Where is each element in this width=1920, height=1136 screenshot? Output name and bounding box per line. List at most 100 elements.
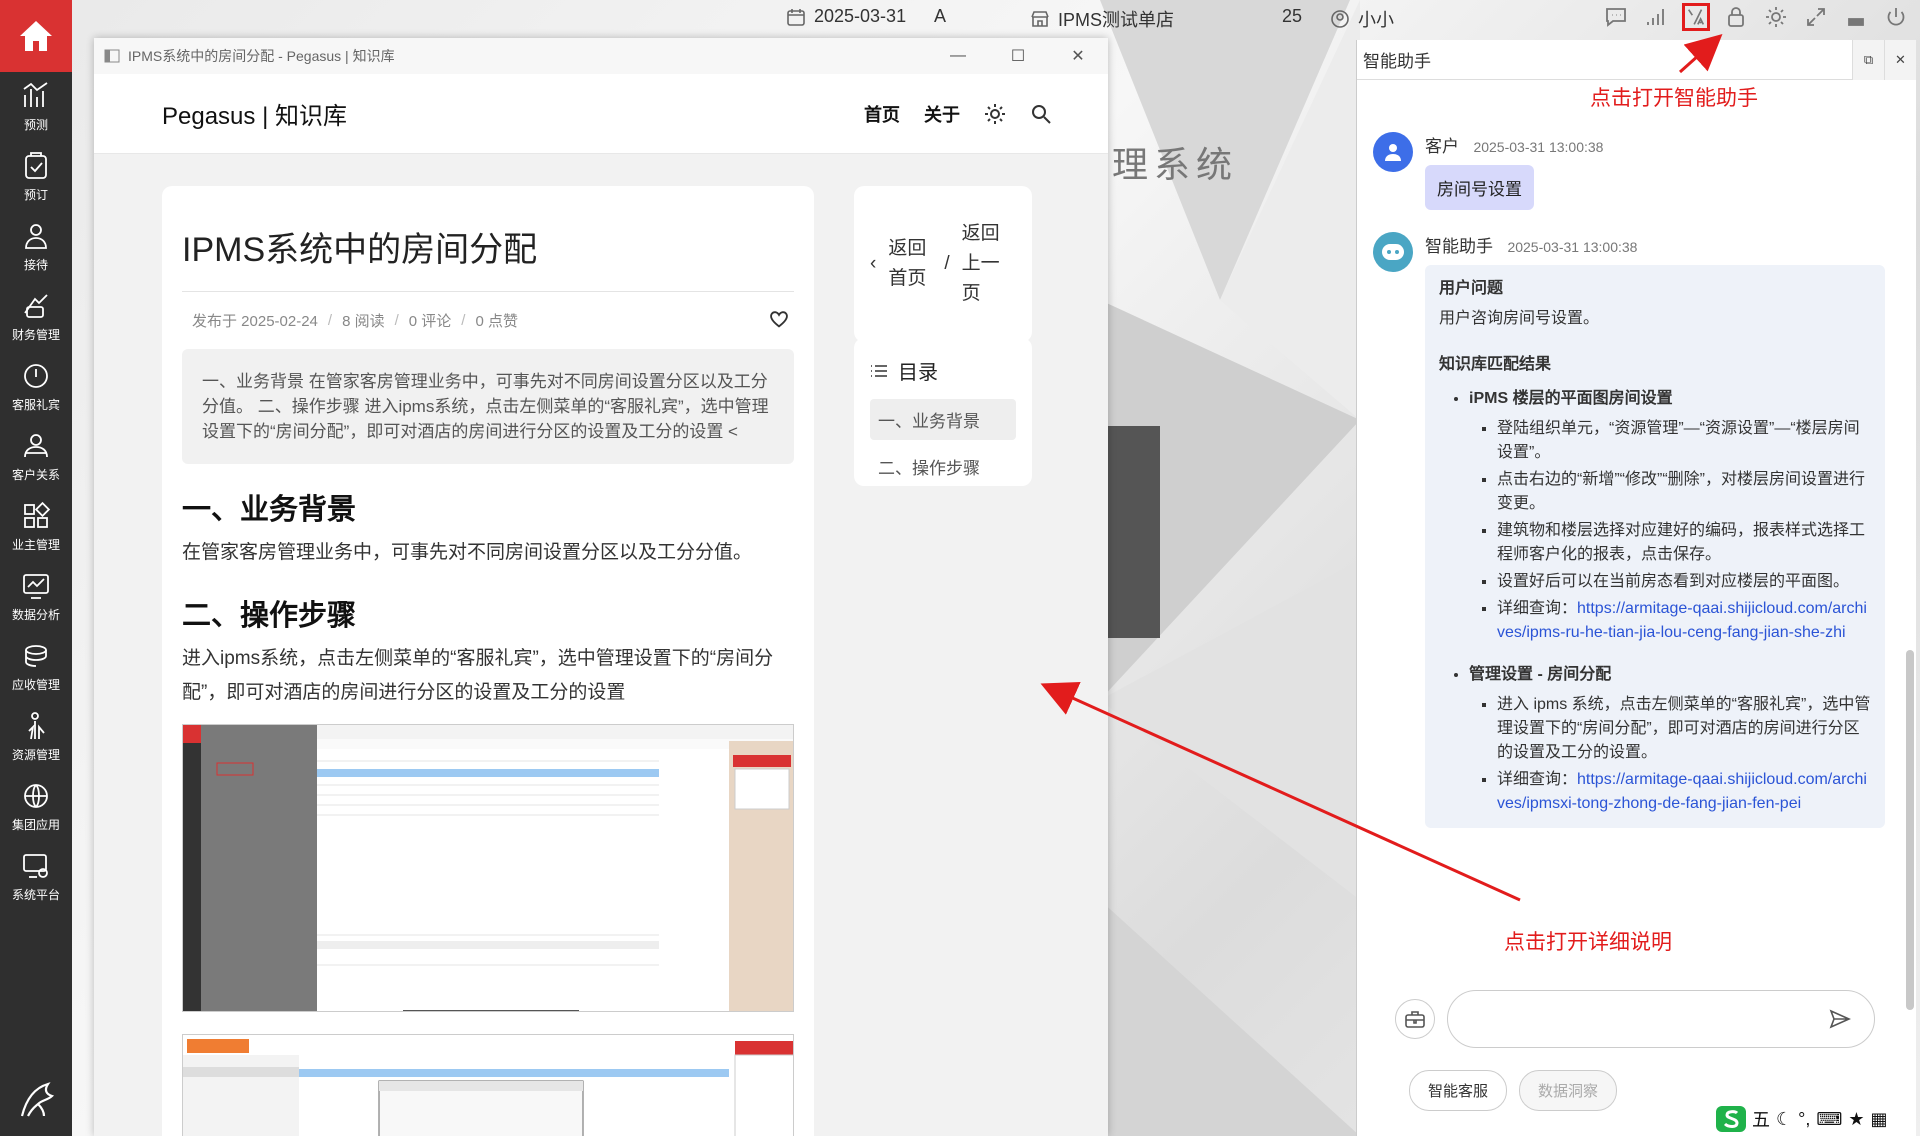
chip-smart-service[interactable]: 智能客服 [1409, 1070, 1508, 1111]
toc-item-steps[interactable]: 二、操作步骤 [870, 446, 1016, 487]
reception-person-icon [25, 224, 47, 249]
skin-icon: ★ [1848, 1108, 1865, 1129]
article-summary: 一、业务背景 在管家客房管理业务中，可事先对不同房间设置分区以及工分分值。 二、… [182, 349, 794, 464]
sidebar-item-forecast-chart[interactable]: 预测 [0, 72, 72, 142]
send-icon[interactable] [1828, 1007, 1852, 1031]
result1-title: iPMS 楼层的平面图房间设置 [1469, 390, 1673, 407]
heart-icon[interactable] [768, 308, 790, 334]
assistant-header: 智能助手 ⧉ ✕ [1357, 40, 1916, 80]
kb-brand[interactable]: Pegasus | 知识库 [162, 96, 347, 131]
user-menu[interactable]: 小小 [1330, 6, 1394, 32]
background-system-title: 理系统 [1112, 144, 1239, 185]
sidebar-item-booking-clipboard[interactable]: 预订 [0, 142, 72, 212]
toolbox-button[interactable] [1395, 999, 1435, 1039]
chat-input[interactable] [1447, 990, 1875, 1048]
sidebar-item-resource[interactable]: 资源管理 [0, 702, 72, 772]
nav-home[interactable]: 首页 [864, 101, 900, 127]
sidebar-item-owner-grid[interactable]: 业主管理 [0, 492, 72, 562]
hotel-selector[interactable]: IPMS测试单店 [1030, 6, 1174, 32]
booking-clipboard-icon [25, 152, 47, 179]
section-heading-background: 一、业务背景 [182, 494, 357, 526]
tools-icon: ▦ [1870, 1108, 1888, 1129]
toolbox-icon [1405, 1011, 1425, 1028]
kb-result-heading: 知识库匹配结果 [1439, 356, 1552, 373]
sidebar-item-system-settings[interactable]: 系统平台 [0, 842, 72, 912]
annotation-open-details: 点击打开详细说明 [1504, 931, 1672, 954]
window-maximize-button[interactable]: ☐ [988, 38, 1048, 74]
business-date[interactable]: 2025-03-31 [786, 6, 906, 27]
assistant-name: 智能助手 [1425, 237, 1493, 256]
store-icon [1031, 11, 1049, 27]
sidebar-item-label: 客服礼宾 [11, 398, 60, 412]
sidebar-item-receivable[interactable]: 应收管理 [0, 632, 72, 702]
user-icon [1331, 10, 1349, 28]
sidebar-item-concierge-clock[interactable]: 客服礼宾 [0, 352, 72, 422]
minimize-icon[interactable] [1842, 3, 1870, 31]
ime-mode: 五 [1752, 1110, 1770, 1130]
chevron-left-icon: ‹ [870, 253, 877, 274]
assistant-restore-button[interactable]: ⧉ [1852, 40, 1884, 80]
back-separator: / [944, 253, 950, 274]
lock-icon[interactable] [1722, 3, 1750, 31]
ime-tray[interactable]: 五 ☾ °, ⌨ ★ ▦ [1712, 1106, 1892, 1132]
message-icon[interactable] [1602, 3, 1630, 31]
chip-data-insight[interactable]: 数据洞察 [1519, 1070, 1618, 1111]
sidebar-item-analytics[interactable]: 数据分析 [0, 562, 72, 632]
toc-item-background[interactable]: 一、业务背景 [870, 399, 1016, 440]
result1-step: 登陆组织单元，“资源管理”—“资源设置”—“楼层房间设置”。 [1497, 417, 1871, 465]
question-text: 用户咨询房间号设置。 [1439, 310, 1600, 327]
assistant-message-time: 2025-03-31 13:00:38 [1507, 239, 1638, 255]
sidebar-item-label: 系统平台 [11, 888, 60, 902]
calendar-icon [787, 8, 805, 26]
sidebar-item-label: 业主管理 [11, 538, 60, 552]
assistant-close-button[interactable]: ✕ [1884, 40, 1916, 80]
nav-about[interactable]: 关于 [924, 101, 960, 127]
concierge-clock-icon [24, 364, 48, 388]
window-close-button[interactable]: ✕ [1048, 38, 1108, 74]
section-text-background: 在管家客房管理业务中，可事先对不同房间设置分区以及工分分值。 [182, 542, 753, 563]
list-icon [871, 364, 887, 377]
gear-icon[interactable] [1762, 3, 1790, 31]
search-icon[interactable] [1030, 103, 1052, 125]
sidebar-item-label: 预订 [23, 188, 48, 202]
theme-sun-icon[interactable] [984, 103, 1006, 125]
punctuation-icon: °, [1798, 1108, 1811, 1129]
keyboard-icon: ⌨ [1816, 1108, 1843, 1129]
back-home-link[interactable]: 返回首页 [888, 234, 932, 294]
kb-header: Pegasus | 知识库 首页 关于 [94, 74, 1108, 154]
assistant-scrollbar[interactable] [1906, 650, 1914, 1010]
sidebar-item-finance[interactable]: 财务管理 [0, 282, 72, 352]
result2-detail-label: 详细查询： [1497, 771, 1578, 788]
home-logo-button[interactable] [0, 0, 72, 72]
ai-assistant-panel: 智能助手 ⧉ ✕ 客户 2025-03-31 13:00:38 房间号设置 智能… [1356, 40, 1916, 1136]
article-card: IPMS系统中的房间分配 发布于 2025-02-24 / 8 阅读 / 0 评… [162, 186, 814, 1136]
sidebar-item-label: 预测 [23, 118, 48, 132]
power-icon[interactable] [1882, 3, 1910, 31]
sidebar-item-globe[interactable]: 集团应用 [0, 772, 72, 842]
bot-avatar-icon [1373, 232, 1413, 272]
knowledge-base-window: IPMS系统中的房间分配 - Pegasus | 知识库 — ☐ ✕ Pegas… [94, 38, 1108, 1136]
sidebar-item-label: 资源管理 [11, 748, 60, 762]
back-prev-link[interactable]: 返回上一页 [962, 219, 1006, 309]
article-meta: 发布于 2025-02-24 / 8 阅读 / 0 评论 / 0 点赞 [182, 310, 794, 331]
expand-icon[interactable] [1802, 3, 1830, 31]
sidebar-item-label: 接待 [23, 258, 48, 272]
back-navigation-card: ‹ 返回首页 / 返回上一页 [854, 186, 1032, 342]
count-indicator: 25 [1282, 6, 1303, 26]
read-count: 8 阅读 [342, 313, 385, 330]
home-icon [20, 21, 52, 51]
result1-step: 建筑物和楼层选择对应建好的编码，报表样式选择工程师客户化的报表，点击保存。 [1497, 519, 1871, 567]
article-title: IPMS系统中的房间分配 [182, 222, 794, 292]
sidebar-item-label: 客户关系 [11, 468, 60, 482]
sidebar-item-reception-person[interactable]: 接待 [0, 212, 72, 282]
resource-icon [28, 712, 45, 740]
sidebar-item-label: 财务管理 [11, 328, 60, 342]
ai-assistant-icon[interactable] [1682, 3, 1710, 31]
assistant-title: 智能助手 [1363, 52, 1431, 71]
window-titlebar[interactable]: IPMS系统中的房间分配 - Pegasus | 知识库 — ☐ ✕ [94, 38, 1108, 74]
customers-icon [24, 434, 48, 458]
sidebar-item-customers[interactable]: 客户关系 [0, 422, 72, 492]
window-minimize-button[interactable]: — [928, 38, 988, 74]
sogou-s-icon [1716, 1106, 1746, 1132]
shift-indicator: A [934, 6, 947, 26]
